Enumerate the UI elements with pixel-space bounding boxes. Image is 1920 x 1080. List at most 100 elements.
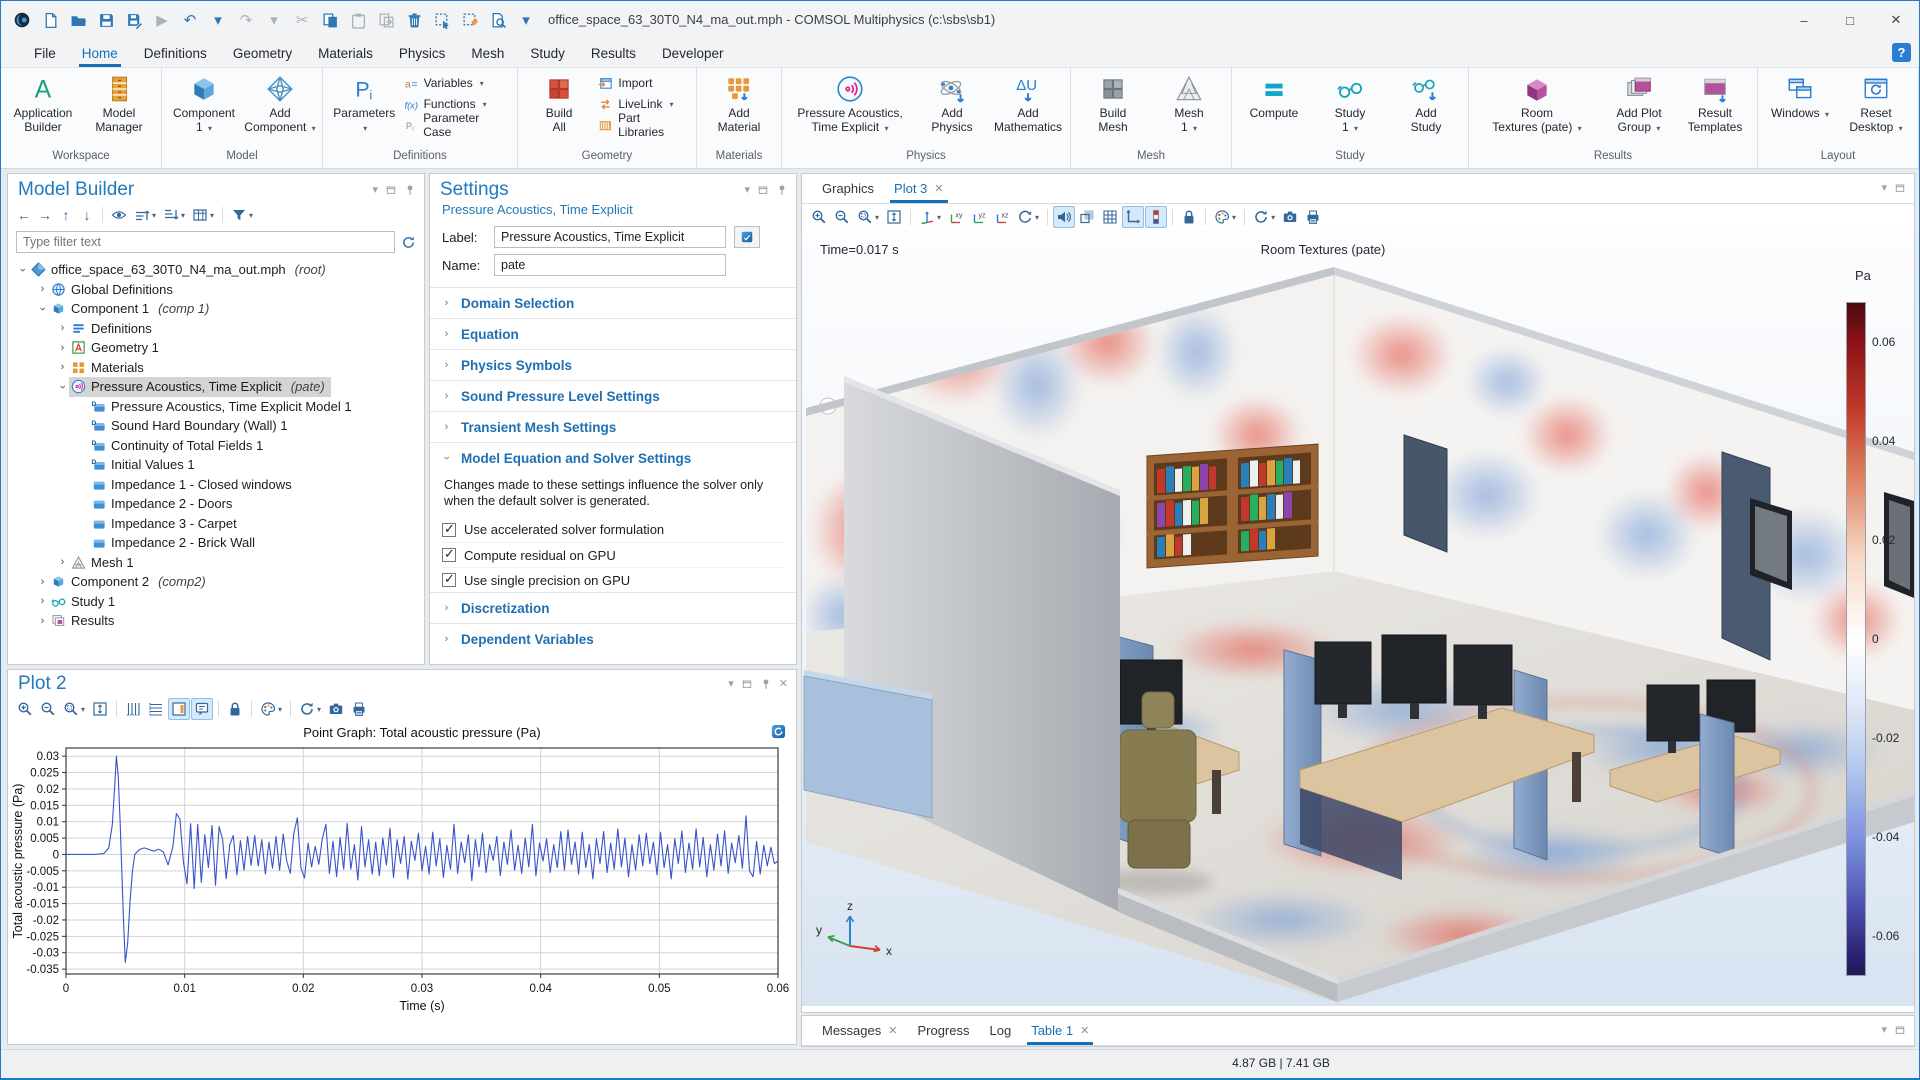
- float-panel-icon[interactable]: [1894, 182, 1906, 194]
- tree-expander-icon[interactable]: ›: [17, 263, 29, 276]
- menu-item-physics[interactable]: Physics: [386, 42, 459, 67]
- ribbon-add-material-button[interactable]: Add Material: [701, 72, 777, 136]
- close-icon[interactable]: ✕: [1873, 1, 1919, 39]
- ribbon-acoustics-button[interactable]: Pressure Acoustics, Time Explicit ▾: [786, 72, 914, 138]
- name-field[interactable]: [494, 254, 726, 276]
- ribbon-build-mesh-button[interactable]: Build Mesh: [1075, 72, 1151, 136]
- tree-expander-icon[interactable]: ›: [37, 302, 49, 315]
- ribbon-add-math-button[interactable]: Add Mathematics: [990, 72, 1066, 136]
- save-icon[interactable]: [93, 7, 119, 33]
- tab-messages[interactable]: Messages ✕: [812, 1018, 907, 1045]
- select-box-icon[interactable]: [429, 7, 455, 33]
- tree-item[interactable]: Continuity of Total Fields 1: [8, 436, 424, 456]
- tree-item[interactable]: › Results: [8, 611, 424, 631]
- camera-icon[interactable]: [1279, 206, 1301, 228]
- ygrid-icon[interactable]: [145, 698, 167, 720]
- undo-icon[interactable]: ↶: [177, 7, 203, 33]
- triad-icon[interactable]: ▾: [916, 206, 944, 228]
- tree-expander-icon[interactable]: ›: [36, 595, 49, 607]
- checkbox-icon[interactable]: [442, 571, 456, 587]
- refresh-icon[interactable]: ▾: [1250, 206, 1278, 228]
- plane-yz-icon[interactable]: [968, 206, 990, 228]
- float-panel-icon[interactable]: [385, 184, 397, 196]
- axes-icon[interactable]: [1122, 206, 1145, 228]
- duplicate-icon[interactable]: [373, 7, 399, 33]
- tab-table-1[interactable]: Table 1 ✕: [1021, 1018, 1099, 1045]
- zoom-in-icon[interactable]: [808, 206, 830, 228]
- chev-icon[interactable]: ▾: [261, 7, 287, 33]
- panel-menu-icon[interactable]: ▾: [728, 678, 734, 690]
- zoom-out-icon[interactable]: [831, 206, 853, 228]
- open-file-icon[interactable]: [65, 7, 91, 33]
- tree-item[interactable]: Pressure Acoustics, Time Explicit Model …: [8, 397, 424, 417]
- tree-item[interactable]: › Component 2 (comp2): [8, 572, 424, 592]
- section-header[interactable]: › Physics Symbols: [430, 350, 796, 380]
- arrow-right-icon[interactable]: →: [35, 204, 55, 226]
- tree-item[interactable]: › Definitions: [8, 319, 424, 339]
- camera-icon[interactable]: [325, 698, 347, 720]
- tree-item[interactable]: Impedance 1 - Closed windows: [8, 475, 424, 495]
- transparency-icon[interactable]: [1076, 206, 1098, 228]
- menu-item-definitions[interactable]: Definitions: [131, 42, 220, 67]
- pin-panel-icon[interactable]: [404, 184, 416, 196]
- panel-menu-icon[interactable]: ▾: [372, 184, 378, 196]
- delete-icon[interactable]: [401, 7, 427, 33]
- menu-item-developer[interactable]: Developer: [649, 42, 737, 67]
- tree-expander-icon[interactable]: ›: [57, 380, 69, 393]
- ribbon-part-libraries-button[interactable]: Part Libraries: [598, 111, 688, 139]
- cut-icon[interactable]: ✂: [289, 7, 315, 33]
- menu-item-file[interactable]: File: [21, 42, 69, 67]
- ribbon-add-plot-group-button[interactable]: Add Plot Group ▾: [1601, 72, 1677, 138]
- funnel-icon[interactable]: ▾: [228, 204, 256, 226]
- refresh-filter-icon[interactable]: [401, 235, 416, 250]
- tree-item[interactable]: › Mesh 1: [8, 553, 424, 573]
- tree-expander-icon[interactable]: ›: [56, 322, 69, 334]
- tree-item[interactable]: › Component 1 (comp 1): [8, 299, 424, 319]
- palette-icon[interactable]: ▾: [257, 698, 285, 720]
- tree-item[interactable]: › Geometry 1: [8, 338, 424, 358]
- paste-icon[interactable]: [345, 7, 371, 33]
- arrow-left-icon[interactable]: ←: [14, 204, 34, 226]
- play-icon[interactable]: ▶: [149, 7, 175, 33]
- tree-expander-icon[interactable]: ›: [56, 556, 69, 568]
- ribbon-app-builder-button[interactable]: Application Builder: [5, 72, 81, 136]
- maximize-icon[interactable]: □: [1827, 1, 1873, 39]
- copy-icon[interactable]: [317, 7, 343, 33]
- ribbon-result-templates-button[interactable]: Result Templates: [1677, 72, 1753, 136]
- panel-menu-icon[interactable]: ▾: [744, 184, 750, 196]
- redo-icon[interactable]: ↷: [233, 7, 259, 33]
- menu-item-study[interactable]: Study: [517, 42, 578, 67]
- columns-icon[interactable]: ▾: [189, 204, 217, 226]
- ribbon-variables-button[interactable]: Variables ▾: [404, 74, 509, 92]
- menu-item-mesh[interactable]: Mesh: [458, 42, 517, 67]
- section-header[interactable]: › Discretization: [430, 593, 796, 623]
- menu-item-geometry[interactable]: Geometry: [220, 42, 305, 67]
- tree-item[interactable]: › office_space_63_30T0_N4_ma_out.mph (root…: [8, 260, 424, 280]
- tree-item[interactable]: › Pressure Acoustics, Time Explicit (pate): [8, 377, 424, 397]
- rename-button[interactable]: [734, 226, 760, 248]
- tree-item[interactable]: Impedance 2 - Brick Wall: [8, 533, 424, 553]
- comsol-plot-logo-icon[interactable]: [771, 724, 786, 742]
- printer-icon[interactable]: [1302, 206, 1324, 228]
- tree-expander-icon[interactable]: ›: [56, 361, 69, 373]
- ribbon-room-textures-button[interactable]: Room Textures (pate) ▾: [1473, 72, 1601, 138]
- tree-item[interactable]: Sound Hard Boundary (Wall) 1: [8, 416, 424, 436]
- close-tab-icon[interactable]: ✕: [934, 182, 943, 195]
- save-as-icon[interactable]: [121, 7, 147, 33]
- checkbox-icon[interactable]: [442, 521, 456, 537]
- tab-log[interactable]: Log: [980, 1018, 1022, 1045]
- refresh-icon[interactable]: ▾: [296, 698, 324, 720]
- tree-item[interactable]: Impedance 2 - Doors: [8, 494, 424, 514]
- tree-expander-icon[interactable]: ›: [36, 576, 49, 588]
- xgrid-icon[interactable]: [122, 698, 144, 720]
- ribbon-component-button[interactable]: Component 1 ▾: [166, 72, 242, 138]
- minimize-icon[interactable]: –: [1781, 1, 1827, 39]
- plane-xy-icon[interactable]: [945, 206, 967, 228]
- close-panel-icon[interactable]: ✕: [779, 678, 788, 690]
- ribbon-parameters-button[interactable]: Parameters ▾: [327, 72, 402, 138]
- rotate-icon[interactable]: ▾: [1014, 206, 1042, 228]
- extents-icon[interactable]: [883, 206, 905, 228]
- float-panel-icon[interactable]: [1894, 1024, 1906, 1036]
- checkbox-row[interactable]: Use single precision on GPU: [442, 567, 784, 592]
- axis-limits-icon[interactable]: [168, 698, 191, 720]
